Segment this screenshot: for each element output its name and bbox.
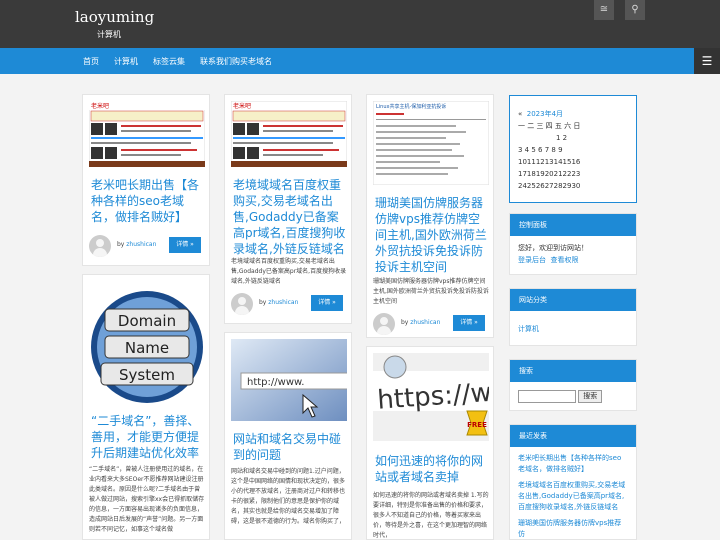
post-thumbnail[interactable]: Domain Name System	[89, 281, 205, 413]
post-title[interactable]: 老米吧长期出售【各种各样的seo老域名，做排名贼好】	[91, 177, 201, 225]
post-title[interactable]: 珊瑚美国仿牌服务器仿牌vps推荐仿牌空间主机,国外欧洲荷兰外贸抗投诉免投诉防投诉…	[375, 195, 489, 275]
thumb-banner-text: 老米吧	[91, 102, 109, 110]
nav-item-contact[interactable]: 联系我们购买老域名	[200, 56, 272, 67]
rss-icon[interactable]: ≅	[594, 0, 614, 20]
author-link[interactable]: zhushican	[268, 299, 298, 306]
sign-text: Name	[125, 339, 169, 357]
control-panel-widget: 控制面板 您好，欢迎到访网站！ 登录后台 查看权限	[509, 213, 637, 275]
widget-title: 控制面板	[510, 214, 636, 236]
post-thumbnail[interactable]: http://www.	[231, 339, 347, 421]
sign-text: Domain	[118, 312, 176, 330]
calendar-header: « 2023年4月	[518, 108, 628, 120]
author-link[interactable]: zhushican	[126, 241, 156, 248]
post-title[interactable]: 老境域域名百度权重购买,交易老域名出售,Godaddy已备案高pr域名,百度搜狗…	[233, 177, 347, 257]
search-widget: 搜索 搜索	[509, 359, 637, 411]
post-excerpt: 如何迅速的将你的网站或者域名卖掉 1.写的要详细，特别是你准备出售的价格和要求，…	[373, 492, 489, 539]
categories-widget: 网站分类 计算机	[509, 288, 637, 346]
post-excerpt: 珊瑚美国仿牌服务器仿牌vps推荐仿牌空间主机,国外欧洲荷兰外贸抗投诉免投诉防投诉…	[373, 278, 489, 305]
sign-text: System	[119, 366, 175, 384]
login-link[interactable]: 登录后台	[518, 256, 546, 264]
calendar-row: 3 4 5 6 7 8 9	[518, 146, 563, 154]
calendar-widget: « 2023年4月 一 二 三 四 五 六 日 1 2 3 4 5 6 7 8 …	[509, 95, 637, 203]
post-excerpt: 网站和域名交易中碰到的问题1.过户问题，这个是中国网络的国情和现状决定的，很多小…	[231, 468, 346, 525]
recent-post-link[interactable]: 老境域域名百度权重购买,交易老域名出售,Godaddy已备案高pr域名,百度搜狗…	[518, 480, 628, 513]
post-title[interactable]: 网站和域名交易中碰到的问题	[233, 431, 343, 463]
calendar-month[interactable]: 2023年4月	[527, 110, 563, 118]
widget-title: 最近发表	[510, 425, 636, 447]
post-excerpt: 老境域域名百度权重购买,交易老域名出售,Godaddy已备案高pr域名,百度搜狗…	[231, 258, 347, 285]
post-author: by zhushican	[117, 241, 157, 248]
post-card: https://www FREE 如何迅速的将你的网站或者域名卖掉 如何迅速的将…	[366, 346, 494, 540]
post-thumbnail[interactable]: 老米吧	[89, 101, 205, 167]
nav-item-tags[interactable]: 标签云集	[153, 56, 185, 67]
post-title[interactable]: “二手域名”，善择、善用，才能更方便提升后期建站优化效率	[91, 413, 201, 461]
post-card: 老米吧 老境域域名百度权重购买,交易老域名出售,Godaddy已备案高pr域名,…	[224, 94, 352, 324]
post-card: http://www. 网站和域名交易中碰到的问题 网站和域名交易中碰到的问题1…	[224, 332, 352, 540]
calendar-row: 10111213141516	[518, 158, 581, 166]
site-header: laoyuming 计算机 ≅ ⚲	[0, 0, 720, 48]
url-text: http://www.	[247, 377, 304, 388]
read-more-button[interactable]: 详情 »	[169, 237, 201, 253]
permissions-link[interactable]: 查看权限	[550, 256, 578, 264]
widget-title: 搜索	[510, 360, 636, 382]
author-avatar	[373, 313, 395, 335]
post-thumbnail[interactable]: 老米吧	[231, 101, 347, 167]
search-input[interactable]	[518, 390, 576, 403]
nav-item-home[interactable]: 首页	[83, 56, 99, 67]
main-nav: 首页 计算机 标签云集 联系我们购买老域名 ☰	[0, 48, 720, 74]
post-card: Domain Name System “二手域名”，善择、善用，才能更方便提升后…	[82, 274, 210, 540]
post-author: by zhushican	[401, 319, 441, 326]
recent-posts-widget: 最近发表 老米吧长期出售【各种各样的seo老域名，做排名贼好】 老境域域名百度权…	[509, 424, 637, 540]
post-thumbnail[interactable]: https://www FREE	[373, 353, 489, 441]
read-more-button[interactable]: 详情 »	[311, 295, 343, 311]
calendar-row: 17181920212223	[518, 170, 581, 178]
nav-item-computer[interactable]: 计算机	[114, 56, 138, 67]
read-more-button[interactable]: 详情 »	[453, 315, 485, 331]
post-thumbnail[interactable]: Linux共享主机-保加利亚抗投诉	[373, 101, 489, 185]
search-icon[interactable]: ⚲	[625, 0, 645, 20]
welcome-text: 您好，欢迎到访网站！	[518, 244, 588, 252]
calendar-row: 1 2	[556, 134, 568, 142]
calendar-row: 24252627282930	[518, 182, 581, 190]
post-card: Linux共享主机-保加利亚抗投诉 珊瑚美国仿牌服务器仿牌vps推荐仿牌空间主机…	[366, 94, 494, 338]
calendar-prev[interactable]: «	[518, 110, 522, 118]
post-excerpt: “二手域名”，曾被人注册使用过的域名，在业内看来大多SEOer不愿推荐网站建设注…	[89, 466, 205, 533]
post-card: 老米吧 老米吧长期出售【各种各样的seo老域名，做排名贼好】 by zhushi…	[82, 94, 210, 266]
category-item[interactable]: 计算机	[518, 323, 628, 335]
search-button[interactable]: 搜索	[578, 390, 603, 403]
post-author: by zhushican	[259, 299, 299, 306]
widget-title: 网站分类	[510, 289, 636, 311]
menu-icon[interactable]: ☰	[694, 48, 720, 74]
post-title[interactable]: 如何迅速的将你的网站或者域名卖掉	[375, 453, 485, 485]
site-title[interactable]: laoyuming	[75, 8, 154, 26]
recent-post-link[interactable]: 老米吧长期出售【各种各样的seo老域名，做排名贼好】	[518, 453, 628, 475]
recent-post-link[interactable]: 珊瑚美国仿牌服务器仿牌vps推荐仿	[518, 518, 628, 539]
site-description: 计算机	[97, 30, 121, 39]
calendar-weekdays: 一 二 三 四 五 六 日	[518, 122, 581, 130]
ad-headline: Linux共享主机-保加利亚抗投诉	[376, 103, 446, 110]
author-avatar	[231, 293, 253, 315]
author-avatar	[89, 235, 111, 257]
free-badge: FREE	[467, 421, 487, 429]
thumb-banner-text: 老米吧	[233, 102, 251, 110]
author-link[interactable]: zhushican	[410, 319, 440, 326]
